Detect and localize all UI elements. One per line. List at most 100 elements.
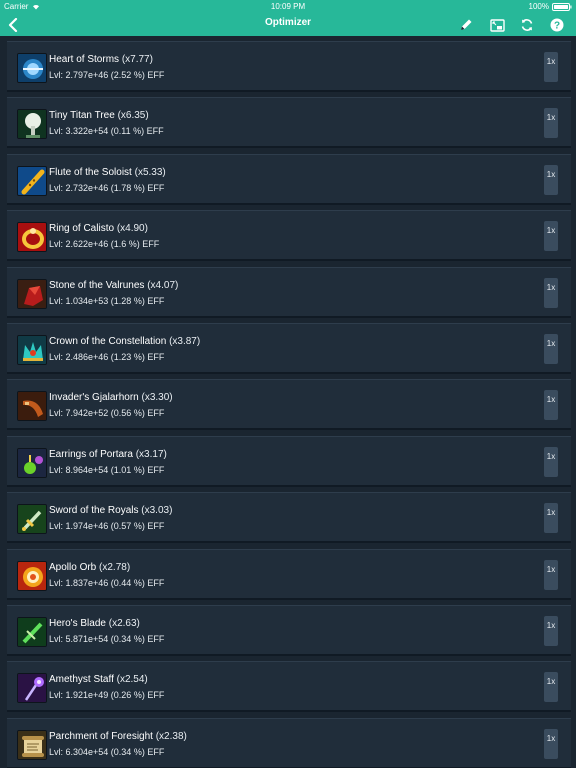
list-item[interactable]: Tiny Titan Tree (x6.35) Lvl: 3.322e+54 (0… (7, 97, 571, 149)
stone-icon (17, 278, 47, 309)
crown-icon (17, 335, 47, 365)
item-title: Sword of the Royals (x3.03) (49, 505, 172, 516)
item-multiplier: (x2.63) (108, 618, 140, 629)
item-multiplier: (x4.07) (147, 279, 179, 291)
item-multiplier: (x3.87) (169, 336, 201, 347)
item-multiplier: (x4.90) (116, 223, 148, 235)
item-name: Tiny Titan Tree (49, 110, 115, 122)
orb-icon (17, 560, 47, 591)
item-name: Apollo Orb (49, 561, 97, 573)
item-multiplier: (x3.17) (135, 448, 167, 460)
item-multiplier: (x2.38) (155, 730, 187, 742)
tiny-titan-tree-icon (17, 109, 47, 140)
list-item[interactable]: Parchment of Foresight (x2.38) Lvl: 6.304… (7, 717, 571, 768)
quantity-button[interactable]: 1x (544, 616, 558, 646)
item-level: Lvl: 2.732e+46 (1.78 %) EFF (49, 182, 165, 193)
blade-icon (17, 617, 47, 647)
item-title: Heart of Storms (x7.77) (49, 54, 153, 65)
quantity-button[interactable]: 1x (544, 390, 558, 421)
help-button[interactable]: ? (548, 16, 566, 34)
list-item[interactable]: Earrings of Portara (x3.17) Lvl: 8.964e+5… (7, 435, 571, 487)
list-item[interactable]: Amethyst Staff (x2.54) Lvl: 1.921e+49 (0.… (7, 661, 571, 713)
horn-icon (17, 391, 47, 422)
item-name: Hero's Blade (49, 618, 106, 629)
help-icon: ? (550, 18, 564, 32)
item-multiplier: (x6.35) (117, 110, 149, 122)
screen-button[interactable] (488, 16, 506, 34)
item-name: Invader's Gjalarhorn (49, 392, 139, 404)
earrings-icon (17, 447, 47, 478)
item-title: Parchment of Foresight (x2.38) (49, 731, 187, 742)
optimizer-list: Heart of Storms (x7.77) Lvl: 2.797e+46 (2… (0, 36, 576, 768)
item-name: Parchment of Foresight (49, 730, 153, 742)
item-title: Invader's Gjalarhorn (x3.30) (49, 392, 173, 403)
quantity-button[interactable]: 1x (544, 334, 558, 364)
list-item[interactable]: Crown of the Constellation (x3.87) Lvl: 2… (7, 323, 571, 374)
list-item[interactable]: Hero's Blade (x2.63) Lvl: 5.871e+54 (0.34… (7, 605, 571, 656)
battery-indicator: 100% (529, 2, 572, 11)
quantity-button[interactable]: 1x (544, 503, 558, 534)
item-level: Lvl: 1.837e+46 (0.44 %) EFF (49, 577, 165, 588)
item-level: Lvl: 3.322e+54 (0.11 %) EFF (49, 126, 164, 137)
quantity-button[interactable]: 1x (544, 164, 558, 195)
item-level: Lvl: 5.871e+54 (0.34 %) EFF (49, 634, 165, 644)
item-title: Hero's Blade (x2.63) (49, 618, 140, 629)
item-level: Lvl: 8.964e+54 (1.01 %) EFF (49, 464, 165, 475)
nav-bar: Optimizer ? (0, 13, 576, 36)
quantity-button[interactable]: 1x (544, 559, 558, 590)
item-name: Ring of Calisto (49, 223, 115, 235)
status-bar: Carrier 10:09 PM 100% (0, 0, 576, 13)
battery-icon (552, 2, 572, 11)
refresh-button[interactable] (518, 16, 536, 34)
battery-percent: 100% (528, 2, 549, 11)
svg-text:?: ? (554, 21, 560, 32)
item-title: Tiny Titan Tree (x6.35) (49, 110, 149, 121)
pencil-icon (461, 19, 472, 30)
sword-icon (17, 504, 47, 535)
item-title: Ring of Calisto (x4.90) (49, 223, 148, 234)
item-name: Stone of the Valrunes (49, 279, 145, 291)
item-name: Amethyst Staff (49, 674, 114, 686)
parchment-icon (17, 729, 47, 760)
screen-icon (489, 18, 505, 32)
quantity-button[interactable]: 1x (544, 52, 558, 82)
quantity-button[interactable]: 1x (544, 672, 558, 703)
list-item[interactable]: Stone of the Valrunes (x4.07) Lvl: 1.034e… (7, 266, 571, 318)
item-title: Flute of the Soloist (x5.33) (49, 167, 166, 178)
item-level: Lvl: 2.797e+46 (2.52 %) EFF (49, 70, 165, 80)
item-title: Apollo Orb (x2.78) (49, 562, 130, 573)
item-multiplier: (x7.77) (121, 54, 153, 65)
item-name: Flute of the Soloist (49, 166, 132, 178)
item-level: Lvl: 7.942e+52 (0.56 %) EFF (49, 408, 165, 419)
list-item[interactable]: Apollo Orb (x2.78) Lvl: 1.837e+46 (0.44 %… (7, 548, 571, 600)
quantity-button[interactable]: 1x (544, 728, 558, 759)
refresh-icon (521, 19, 533, 31)
item-name: Sword of the Royals (49, 505, 139, 517)
edit-button[interactable] (457, 16, 475, 34)
list-item[interactable]: Ring of Calisto (x4.90) Lvl: 2.622e+46 (1… (7, 210, 571, 262)
item-multiplier: (x2.54) (116, 674, 148, 686)
quantity-button[interactable]: 1x (544, 277, 558, 308)
item-name: Crown of the Constellation (49, 336, 167, 347)
list-item[interactable]: Invader's Gjalarhorn (x3.30) Lvl: 7.942e+… (7, 379, 571, 431)
item-title: Crown of the Constellation (x3.87) (49, 336, 200, 347)
item-multiplier: (x3.30) (141, 392, 173, 404)
flute-icon (17, 165, 47, 196)
item-level: Lvl: 1.034e+53 (1.28 %) EFF (49, 295, 165, 306)
list-item[interactable]: Flute of the Soloist (x5.33) Lvl: 2.732e+… (7, 153, 571, 205)
item-multiplier: (x3.03) (141, 505, 173, 517)
quantity-button[interactable]: 1x (544, 108, 558, 139)
list-item[interactable]: Heart of Storms (x7.77) Lvl: 2.797e+46 (2… (7, 41, 571, 92)
item-title: Earrings of Portara (x3.17) (49, 449, 167, 460)
list-item[interactable]: Sword of the Royals (x3.03) Lvl: 1.974e+4… (7, 492, 571, 544)
item-level: Lvl: 2.486e+46 (1.23 %) EFF (49, 352, 165, 362)
quantity-button[interactable]: 1x (544, 446, 558, 477)
item-name: Heart of Storms (49, 54, 120, 65)
item-title: Stone of the Valrunes (x4.07) (49, 280, 178, 291)
item-level: Lvl: 1.974e+46 (0.57 %) EFF (49, 521, 165, 532)
item-name: Earrings of Portara (49, 448, 133, 460)
staff-icon (17, 673, 47, 704)
item-level: Lvl: 6.304e+54 (0.34 %) EFF (49, 746, 165, 757)
item-level: Lvl: 2.622e+46 (1.6 %) EFF (49, 239, 160, 250)
quantity-button[interactable]: 1x (544, 221, 558, 252)
